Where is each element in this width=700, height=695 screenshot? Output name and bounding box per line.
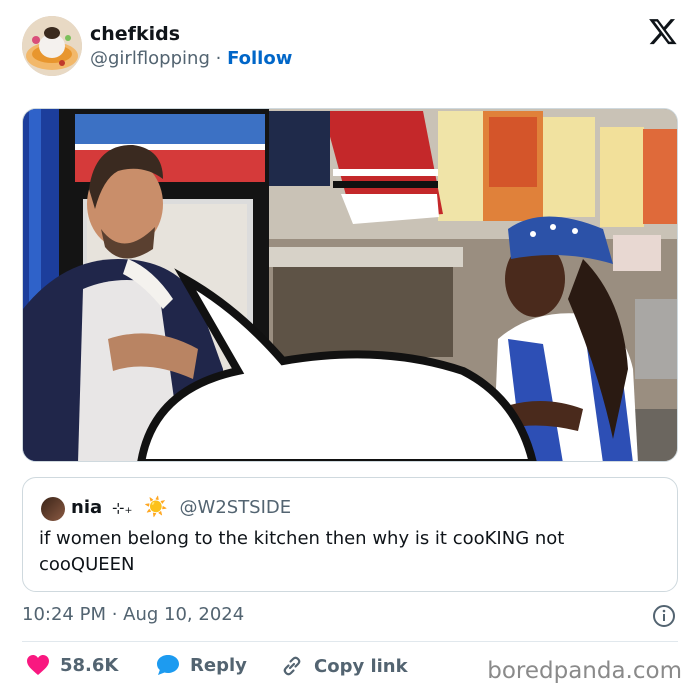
divider — [22, 641, 678, 642]
copy-link-label: Copy link — [314, 655, 408, 677]
reply-button[interactable]: Reply — [156, 654, 247, 676]
kitchen-scene-illustration — [23, 109, 677, 461]
reply-label: Reply — [190, 654, 247, 676]
separator-dot: · — [215, 48, 222, 69]
x-logo-icon[interactable] — [648, 16, 678, 46]
reply-bubble-icon — [157, 655, 179, 675]
quoted-tweet-header: nia ⊹₊ ☀️ @W2STSIDE — [71, 495, 291, 518]
author-avatar[interactable] — [22, 16, 82, 76]
quoted-author-handle: @W2STSIDE — [179, 497, 292, 518]
quoted-tweet[interactable]: nia ⊹₊ ☀️ @W2STSIDE if women belong to t… — [22, 477, 678, 592]
boredpanda-watermark: boredpanda.com — [487, 658, 682, 684]
tweet-timestamp[interactable]: 10:24 PM · Aug 10, 2024 — [22, 604, 244, 625]
quoted-author-avatar — [41, 497, 65, 521]
sparkle-symbols: ⊹₊ — [111, 499, 133, 517]
author-handle-row: @girlflopping · Follow — [90, 48, 292, 69]
follow-button[interactable]: Follow — [227, 48, 292, 69]
copy-link-button[interactable]: Copy link — [280, 654, 408, 678]
sun-emoji-icon: ☀️ — [144, 496, 168, 518]
like-count: 58.6K — [60, 654, 119, 676]
author-handle[interactable]: @girlflopping — [90, 48, 210, 69]
heart-icon — [27, 655, 49, 675]
like-button[interactable]: 58.6K — [26, 654, 118, 676]
quoted-tweet-text: if women belong to the kitchen then why … — [39, 528, 565, 575]
author-name[interactable]: chefkids — [90, 23, 180, 45]
tweet-header: chefkids @girlflopping · Follow — [22, 14, 678, 78]
info-icon[interactable] — [652, 604, 676, 628]
tweet-media-image[interactable] — [22, 108, 678, 462]
quoted-author-name: nia — [71, 497, 103, 518]
link-icon — [283, 656, 301, 676]
